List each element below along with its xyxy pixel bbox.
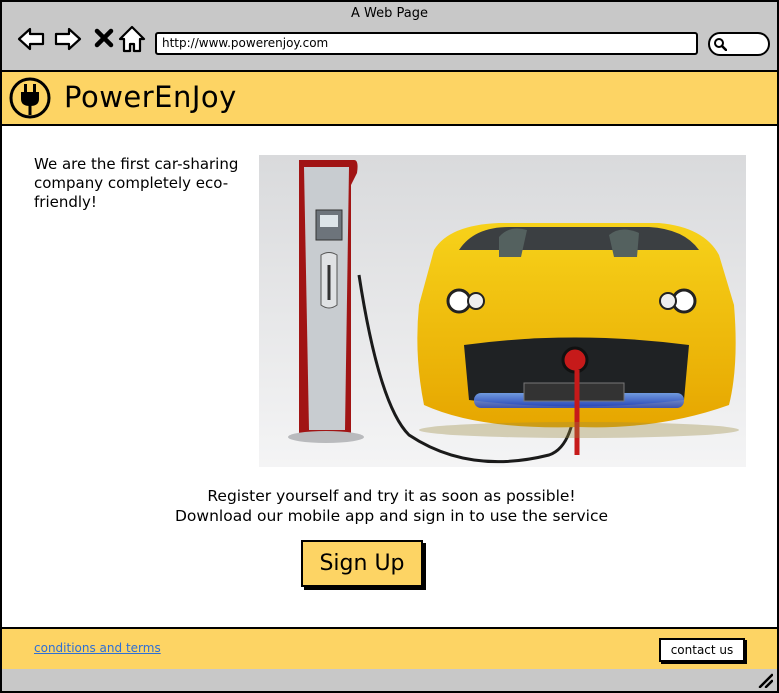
terms-link[interactable]: conditions and terms <box>34 641 161 655</box>
search-icon <box>714 38 727 51</box>
cta-line-1: Register yourself and try it as soon as … <box>207 487 576 505</box>
resize-handle-icon[interactable] <box>757 672 773 688</box>
window-title: A Web Page <box>351 6 428 21</box>
plug-icon <box>9 77 51 119</box>
call-to-action: Register yourself and try it as soon as … <box>2 486 779 526</box>
search-box[interactable] <box>708 32 770 56</box>
site-footer: conditions and terms contact us <box>2 627 777 671</box>
arrow-left-icon[interactable] <box>16 24 46 54</box>
electric-car-charging-image <box>259 155 746 467</box>
status-bar <box>2 669 777 691</box>
home-icon[interactable] <box>117 24 147 54</box>
site-header: PowerEnJoy <box>2 72 777 126</box>
url-input[interactable]: http://www.powerenjoy.com <box>155 32 698 55</box>
arrow-right-icon[interactable] <box>53 24 83 54</box>
intro-text: We are the first car-sharing company com… <box>34 155 239 211</box>
browser-chrome: A Web Page http://www.powerenjoy.com <box>2 2 777 72</box>
contact-us-button[interactable]: contact us <box>659 638 745 662</box>
cta-line-2: Download our mobile app and sign in to u… <box>174 507 609 525</box>
close-icon[interactable] <box>90 24 120 54</box>
sign-up-button[interactable]: Sign Up <box>301 540 423 587</box>
brand-name[interactable]: PowerEnJoy <box>64 78 237 116</box>
browser-window: A Web Page http://www.powerenjoy.com Pow… <box>0 0 779 693</box>
